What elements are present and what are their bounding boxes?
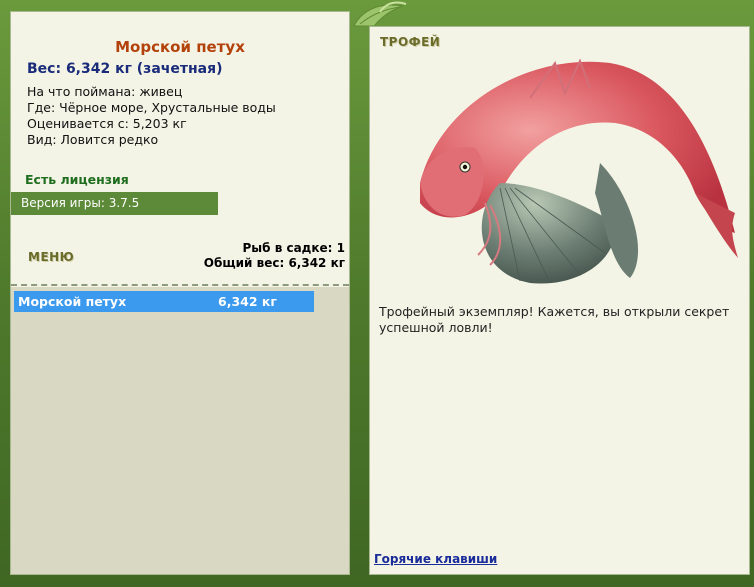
keepnet-row-weight: 6,342 кг [218, 294, 277, 309]
fish-weight: Вес: 6,342 кг (зачетная) [27, 61, 223, 77]
fish-info-panel: Морской петух Вес: 6,342 кг (зачетная) Н… [10, 11, 350, 575]
keepnet-row-name: Морской петух [18, 294, 127, 309]
keepnet-row[interactable]: Морской петух 6,342 кг [14, 291, 314, 312]
fish-estimate: Оценивается с: 5,203 кг [27, 116, 187, 131]
license-status: Есть лицензия [25, 172, 129, 187]
trophy-message: Трофейный экземпляр! Кажется, вы открыли… [379, 304, 730, 335]
dashed-divider [11, 284, 349, 286]
fish-image [420, 58, 738, 284]
trophy-panel: ТРОФЕЙ Трофейный экземпляр! Кажется, вы … [369, 26, 750, 575]
keepnet-list [11, 287, 349, 574]
menu-heading[interactable]: МЕНЮ [28, 250, 74, 264]
keepnet-stats: Рыб в садке: 1 Общий вес: 6,342 кг [204, 241, 345, 271]
keepnet-count: Рыб в садке: 1 [242, 241, 346, 255]
keepnet-total-weight: Общий вес: 6,342 кг [203, 256, 345, 270]
hotkeys-link[interactable]: Горячие клавиши [374, 552, 497, 566]
fish-bait: На что поймана: живец [27, 84, 183, 99]
fish-location: Где: Чёрное море, Хрустальные воды [27, 100, 276, 115]
fish-kind: Вид: Ловится редко [27, 132, 159, 147]
fish-name-title: Морской петух [115, 38, 245, 56]
game-version: Версия игры: 3.7.5 [11, 192, 218, 215]
